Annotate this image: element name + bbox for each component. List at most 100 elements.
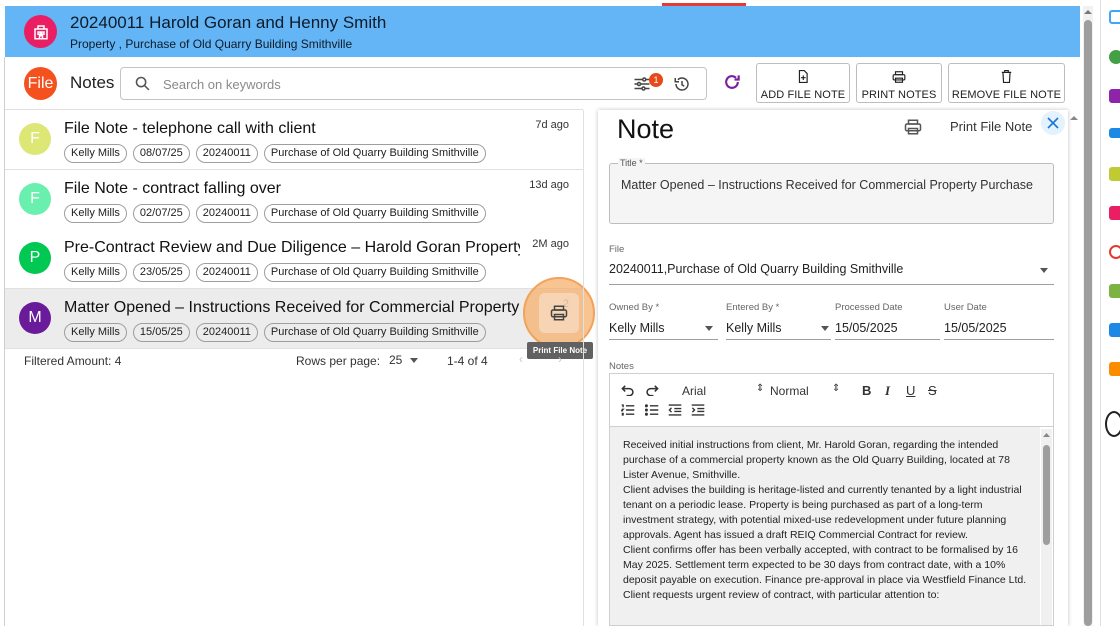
user-date-label: User Date (944, 302, 987, 313)
underline-icon[interactable]: U (906, 383, 915, 398)
list-footer: Filtered Amount: 4 Rows per page: 25 1-4… (5, 350, 583, 372)
undo-icon[interactable] (621, 384, 635, 399)
notes-label: Notes (609, 361, 634, 372)
title-field[interactable]: Title * Matter Opened – Instructions Rec… (609, 158, 1054, 224)
note-row[interactable]: P Pre-Contract Review and Due Diligence … (5, 229, 583, 289)
processed-date-label: Processed Date (835, 302, 903, 313)
entered-by-label: Entered By * (726, 302, 780, 313)
note-title: File Note - telephone call with client (64, 120, 316, 137)
remove-file-note-button[interactable]: REMOVE FILE NOTE (948, 63, 1065, 103)
user-date-input[interactable]: 15/05/2025 (944, 321, 1007, 335)
file-label: File (609, 244, 625, 255)
right-app-rail (1100, 0, 1120, 626)
bold-icon[interactable]: B (862, 383, 871, 398)
note-age: 13d ago (529, 179, 569, 191)
note-title: Matter Opened – Instructions Received fo… (64, 299, 520, 316)
rows-per-page-label: Rows per page: (296, 354, 381, 368)
close-icon[interactable] (1041, 111, 1065, 135)
search-input[interactable] (163, 74, 623, 94)
chip-file: Purchase of Old Quarry Building Smithvil… (263, 144, 486, 163)
owned-by-label: Owned By * (609, 302, 660, 313)
file-select[interactable]: 20240011,Purchase of Old Quarry Building… (609, 262, 903, 276)
search-box: 1 (120, 67, 707, 100)
bullet-list-icon[interactable] (644, 404, 659, 419)
ordered-list-icon[interactable] (620, 404, 635, 419)
caret-down-icon (705, 326, 713, 331)
matter-header: 20240011 Harold Goran and Henny Smith Pr… (5, 6, 1080, 57)
avatar: F (19, 183, 51, 215)
page-scrollbar[interactable] (1083, 6, 1093, 626)
calendar-icon[interactable] (1109, 10, 1120, 24)
note-age: 2M ago (532, 238, 569, 250)
matter-subtitle: Property , Purchase of Old Quarry Buildi… (70, 37, 353, 51)
globe-icon[interactable] (1105, 411, 1120, 437)
add-file-icon (798, 70, 808, 83)
filtered-amount: Filtered Amount: 4 (24, 354, 122, 368)
help-icon[interactable] (1109, 50, 1120, 64)
entered-by-select[interactable]: Kelly Mills (726, 321, 782, 335)
calendar-icon[interactable] (1109, 323, 1120, 337)
notes-title: Notes (70, 73, 115, 92)
owned-by-select[interactable]: Kelly Mills (609, 321, 665, 335)
note-row[interactable]: F File Note - telephone call with client… (5, 110, 583, 170)
font-family-select[interactable]: Arial (682, 384, 706, 398)
notes-content[interactable]: Received initial instructions from clien… (610, 427, 1040, 625)
redo-icon[interactable] (645, 384, 659, 399)
avatar: M (19, 302, 51, 334)
page-range: 1-4 of 4 (447, 354, 488, 368)
editor-scrollbar[interactable] (1041, 429, 1052, 625)
caret-down-icon (409, 358, 418, 364)
rows-per-page-select[interactable]: 25 (389, 353, 418, 367)
chip-matter: 20240011 (195, 323, 258, 342)
scroll-up-icon[interactable] (1070, 114, 1078, 122)
sort-icon: ⇕ (756, 383, 765, 394)
history-icon[interactable] (1109, 245, 1120, 259)
italic-icon[interactable]: I (885, 383, 890, 399)
scroll-up-icon[interactable] (1041, 431, 1052, 439)
briefcase-icon[interactable] (1109, 362, 1120, 376)
trash-icon (1001, 70, 1012, 83)
chip-file: Purchase of Old Quarry Building Smithvil… (263, 263, 486, 282)
filter-count-badge: 1 (649, 73, 663, 87)
indent-icon[interactable] (691, 404, 705, 419)
print-file-note-button[interactable] (523, 277, 595, 349)
outdent-icon[interactable] (668, 404, 682, 419)
print-icon (892, 70, 906, 83)
scroll-up-icon[interactable] (1083, 8, 1093, 16)
note-title: Pre-Contract Review and Due Diligence – … (64, 239, 520, 256)
chip-owner: Kelly Mills (64, 263, 127, 282)
chip-matter: 20240011 (195, 263, 258, 282)
chip-file: Purchase of Old Quarry Building Smithvil… (263, 323, 486, 342)
note-row-selected[interactable]: M Matter Opened – Instructions Received … (5, 289, 583, 349)
print-file-note-link[interactable]: Print File Note (950, 119, 1032, 134)
processed-date-input[interactable]: 15/05/2025 (835, 321, 898, 335)
sort-icon: ⇕ (832, 383, 841, 394)
chip-owner: Kelly Mills (64, 323, 127, 342)
chip-matter: 20240011 (195, 144, 258, 163)
title-value: Matter Opened – Instructions Received fo… (621, 178, 1033, 192)
add-file-note-button[interactable]: ADD FILE NOTE (756, 63, 850, 103)
chip-date: 23/05/25 (132, 263, 190, 282)
print-icon[interactable] (904, 119, 922, 140)
tag-icon[interactable] (1109, 89, 1120, 103)
chevron-right-icon[interactable]: › (558, 352, 562, 366)
chat-icon[interactable] (1109, 206, 1120, 220)
note-row[interactable]: F File Note - contract falling over 13d … (5, 170, 583, 230)
caret-down-icon (1040, 268, 1048, 273)
editor-toolbar: Arial ⇕ Normal ⇕ B I U S (610, 374, 1053, 427)
note-icon[interactable] (1109, 167, 1120, 181)
history-icon[interactable] (673, 75, 691, 98)
font-size-select[interactable]: Normal (770, 384, 809, 398)
avatar: F (19, 123, 51, 155)
refresh-icon[interactable] (722, 72, 742, 97)
print-notes-button[interactable]: PRINT NOTES (856, 63, 942, 103)
matter-title: 20240011 Harold Goran and Henny Smith (70, 13, 387, 32)
note-age: 7d ago (535, 119, 569, 131)
building-icon (24, 15, 57, 48)
chevron-left-icon[interactable]: ‹ (519, 352, 523, 366)
chip-date: 15/05/25 (132, 323, 190, 342)
strikethrough-icon[interactable]: S (928, 383, 937, 398)
chip-owner: Kelly Mills (64, 204, 127, 223)
settings-icon[interactable] (1109, 284, 1120, 298)
list-icon[interactable] (1109, 128, 1120, 138)
